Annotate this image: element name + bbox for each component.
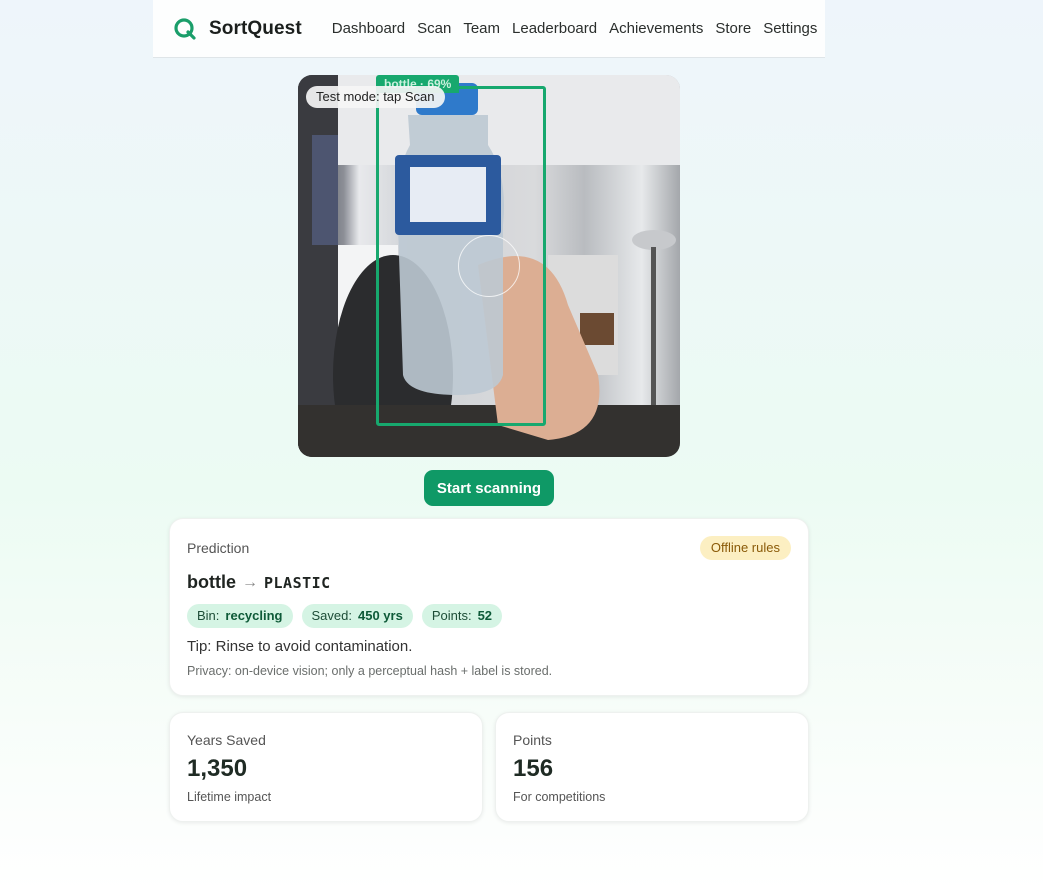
years-saved-card: Years Saved 1,350 Lifetime impact: [169, 712, 483, 822]
prediction-title: Prediction: [187, 540, 250, 556]
prediction-pills: Bin: recycling Saved: 450 yrs Points: 52: [187, 604, 503, 628]
predicted-item: bottle: [187, 572, 236, 592]
nav-team[interactable]: Team: [463, 20, 500, 37]
nav-store[interactable]: Store: [715, 20, 751, 37]
points-value: 156: [513, 755, 554, 782]
years-saved-sub: Lifetime impact: [187, 790, 272, 804]
nav-scan[interactable]: Scan: [417, 20, 451, 37]
brand[interactable]: SortQuest: [173, 17, 302, 41]
focus-reticle: [458, 235, 520, 297]
privacy-note: Privacy: on-device vision; only a percep…: [187, 664, 553, 678]
nav-leaderboard[interactable]: Leaderboard: [512, 20, 597, 37]
nav-achievements[interactable]: Achievements: [609, 20, 703, 37]
app-name: SortQuest: [209, 17, 302, 39]
nav-links: Dashboard Scan Team Leaderboard Achievem…: [332, 20, 818, 37]
prediction-result: bottle → PLASTIC: [187, 572, 331, 593]
predicted-class: PLASTIC: [264, 573, 331, 592]
start-scanning-button[interactable]: Start scanning: [424, 470, 554, 506]
test-mode-chip: Test mode: tap Scan: [306, 86, 445, 108]
arrow-right-icon: →: [242, 573, 258, 591]
recycling-tip: Tip: Rinse to avoid contamination.: [187, 638, 413, 655]
saved-pill: Saved: 450 yrs: [301, 604, 413, 628]
points-label: Points: [513, 732, 552, 748]
nav-settings[interactable]: Settings: [763, 20, 817, 37]
bin-pill: Bin: recycling: [187, 604, 293, 628]
offline-rules-badge: Offline rules: [699, 536, 791, 560]
sortquest-logo-icon: [174, 17, 196, 40]
points-pill: Points: 52: [421, 604, 503, 628]
years-saved-value: 1,350: [187, 755, 248, 782]
points-sub: For competitions: [513, 790, 606, 804]
years-saved-label: Years Saved: [187, 732, 266, 748]
top-nav: SortQuest Dashboard Scan Team Leaderboar…: [153, 0, 825, 58]
nav-dashboard[interactable]: Dashboard: [332, 20, 405, 37]
prediction-card: Prediction Offline rules bottle → PLASTI…: [169, 518, 809, 696]
points-card: Points 156 For competitions: [495, 712, 809, 822]
